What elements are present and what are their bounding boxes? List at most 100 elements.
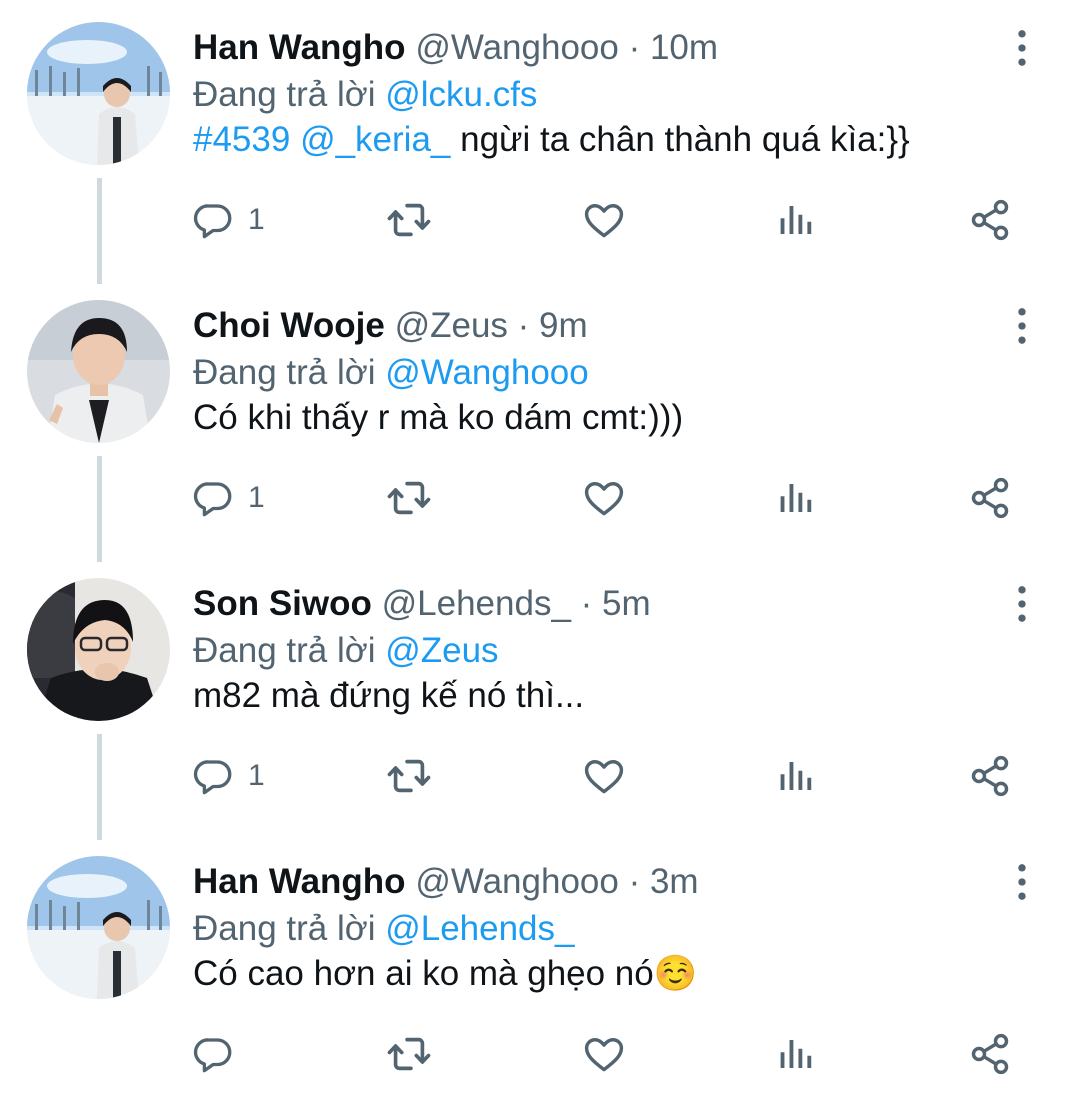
timestamp[interactable]: 3m	[650, 862, 699, 901]
views-button[interactable]	[775, 190, 825, 250]
tweet-body: m82 mà đứng kế nó thì...	[193, 676, 585, 715]
retweet-icon	[386, 753, 432, 799]
user-handle[interactable]: @Wanghooo	[415, 28, 619, 67]
reply-icon	[193, 755, 235, 797]
like-button[interactable]	[582, 190, 632, 250]
tweet-actions: 1	[0, 190, 1080, 250]
share-button[interactable]	[968, 746, 1018, 806]
reply-button[interactable]: 1	[193, 190, 283, 250]
share-icon	[968, 198, 1012, 242]
tweet-text: #4539 @_keria_ ngừi ta chân thành quá kì…	[193, 118, 910, 162]
heart-icon	[582, 198, 626, 242]
share-button[interactable]	[968, 468, 1018, 528]
views-icon	[775, 477, 817, 519]
tweet-header: Han Wangho @Wanghooo · 10m	[193, 26, 718, 70]
replying-to: Đang trả lời @Wanghooo	[193, 351, 589, 395]
more-vertical-icon[interactable]	[1005, 862, 1039, 902]
retweet-icon	[386, 475, 432, 521]
retweet-button[interactable]	[386, 468, 436, 528]
tweet[interactable]: Han Wangho @Wanghooo · 3m Đang trả lời @…	[0, 834, 1080, 1112]
timestamp[interactable]: 10m	[650, 28, 718, 67]
tweet-body: ngừi ta chân thành quá kìa:}}	[460, 120, 910, 159]
share-icon	[968, 754, 1012, 798]
display-name[interactable]: Son Siwoo	[193, 584, 372, 623]
tweet-text: Có cao hơn ai ko mà ghẹo nó☺️	[193, 952, 697, 996]
views-icon	[775, 199, 817, 241]
share-button[interactable]	[968, 190, 1018, 250]
reply-icon	[193, 477, 235, 519]
mention-link[interactable]: @_keria_	[300, 120, 450, 159]
tweet-header: Son Siwoo @Lehends_ · 5m	[193, 582, 651, 626]
tweet[interactable]: Son Siwoo @Lehends_ · 5m Đang trả lời @Z…	[0, 556, 1080, 834]
user-handle[interactable]: @Lehends_	[382, 584, 571, 623]
reply-count: 1	[248, 481, 265, 514]
replying-to: Đang trả lời @lcku.cfs	[193, 73, 537, 117]
tweet-actions: 1	[0, 468, 1080, 528]
tweet[interactable]: Han Wangho @Wanghooo · 10m Đang trả lời …	[0, 0, 1080, 278]
views-icon	[775, 755, 817, 797]
views-button[interactable]	[775, 746, 825, 806]
separator-dot: ·	[628, 28, 641, 67]
tweet-text: Có khi thấy r mà ko dám cmt:)))	[193, 396, 683, 440]
replying-to-link[interactable]: @Zeus	[385, 631, 498, 670]
reply-count: 1	[248, 203, 265, 236]
timestamp[interactable]: 5m	[602, 584, 651, 623]
more-vertical-icon[interactable]	[1005, 306, 1039, 346]
separator-dot: ·	[628, 862, 641, 901]
share-icon	[968, 1032, 1012, 1076]
tweet-text: m82 mà đứng kế nó thì...	[193, 674, 584, 718]
user-handle[interactable]: @Zeus	[395, 306, 508, 345]
timestamp[interactable]: 9m	[539, 306, 588, 345]
heart-icon	[582, 476, 626, 520]
share-button[interactable]	[968, 1024, 1018, 1084]
reply-icon	[193, 199, 235, 241]
replying-to-label: Đang trả lời	[193, 909, 376, 948]
replying-to: Đang trả lời @Lehends_	[193, 907, 575, 951]
reply-icon	[193, 1033, 235, 1075]
tweet-header: Han Wangho @Wanghooo · 3m	[193, 860, 699, 904]
user-handle[interactable]: @Wanghooo	[415, 862, 619, 901]
hashtag-link[interactable]: #4539	[193, 120, 290, 159]
share-icon	[968, 476, 1012, 520]
tweet-header: Choi Wooje @Zeus · 9m	[193, 304, 588, 348]
display-name[interactable]: Choi Wooje	[193, 306, 385, 345]
heart-icon	[582, 754, 626, 798]
like-button[interactable]	[582, 1024, 632, 1084]
replying-to-link[interactable]: @lcku.cfs	[385, 75, 537, 114]
display-name[interactable]: Han Wangho	[193, 28, 406, 67]
retweet-button[interactable]	[386, 190, 436, 250]
replying-to-label: Đang trả lời	[193, 75, 376, 114]
more-vertical-icon[interactable]	[1005, 584, 1039, 624]
reply-count: 1	[248, 759, 265, 792]
tweet[interactable]: Choi Wooje @Zeus · 9m Đang trả lời @Wang…	[0, 278, 1080, 556]
reply-button[interactable]	[193, 1024, 283, 1084]
views-button[interactable]	[775, 468, 825, 528]
more-vertical-icon[interactable]	[1005, 28, 1039, 68]
replying-to-label: Đang trả lời	[193, 631, 376, 670]
like-button[interactable]	[582, 468, 632, 528]
heart-icon	[582, 1032, 626, 1076]
tweet-actions	[0, 1024, 1080, 1084]
replying-to-link[interactable]: @Wanghooo	[385, 353, 589, 392]
avatar[interactable]	[27, 578, 170, 721]
avatar[interactable]	[27, 22, 170, 165]
tweet-actions: 1	[0, 746, 1080, 806]
avatar[interactable]	[27, 300, 170, 443]
views-button[interactable]	[775, 1024, 825, 1084]
reply-button[interactable]: 1	[193, 468, 283, 528]
avatar[interactable]	[27, 856, 170, 999]
retweet-icon	[386, 1031, 432, 1077]
separator-dot: ·	[580, 584, 593, 623]
retweet-icon	[386, 197, 432, 243]
views-icon	[775, 1033, 817, 1075]
retweet-button[interactable]	[386, 1024, 436, 1084]
display-name[interactable]: Han Wangho	[193, 862, 406, 901]
reply-button[interactable]: 1	[193, 746, 283, 806]
replying-to: Đang trả lời @Zeus	[193, 629, 499, 673]
retweet-button[interactable]	[386, 746, 436, 806]
replying-to-link[interactable]: @Lehends_	[385, 909, 574, 948]
separator-dot: ·	[517, 306, 530, 345]
like-button[interactable]	[582, 746, 632, 806]
tweet-body: Có khi thấy r mà ko dám cmt:)))	[193, 398, 684, 437]
tweet-body: Có cao hơn ai ko mà ghẹo nó☺️	[193, 954, 698, 993]
